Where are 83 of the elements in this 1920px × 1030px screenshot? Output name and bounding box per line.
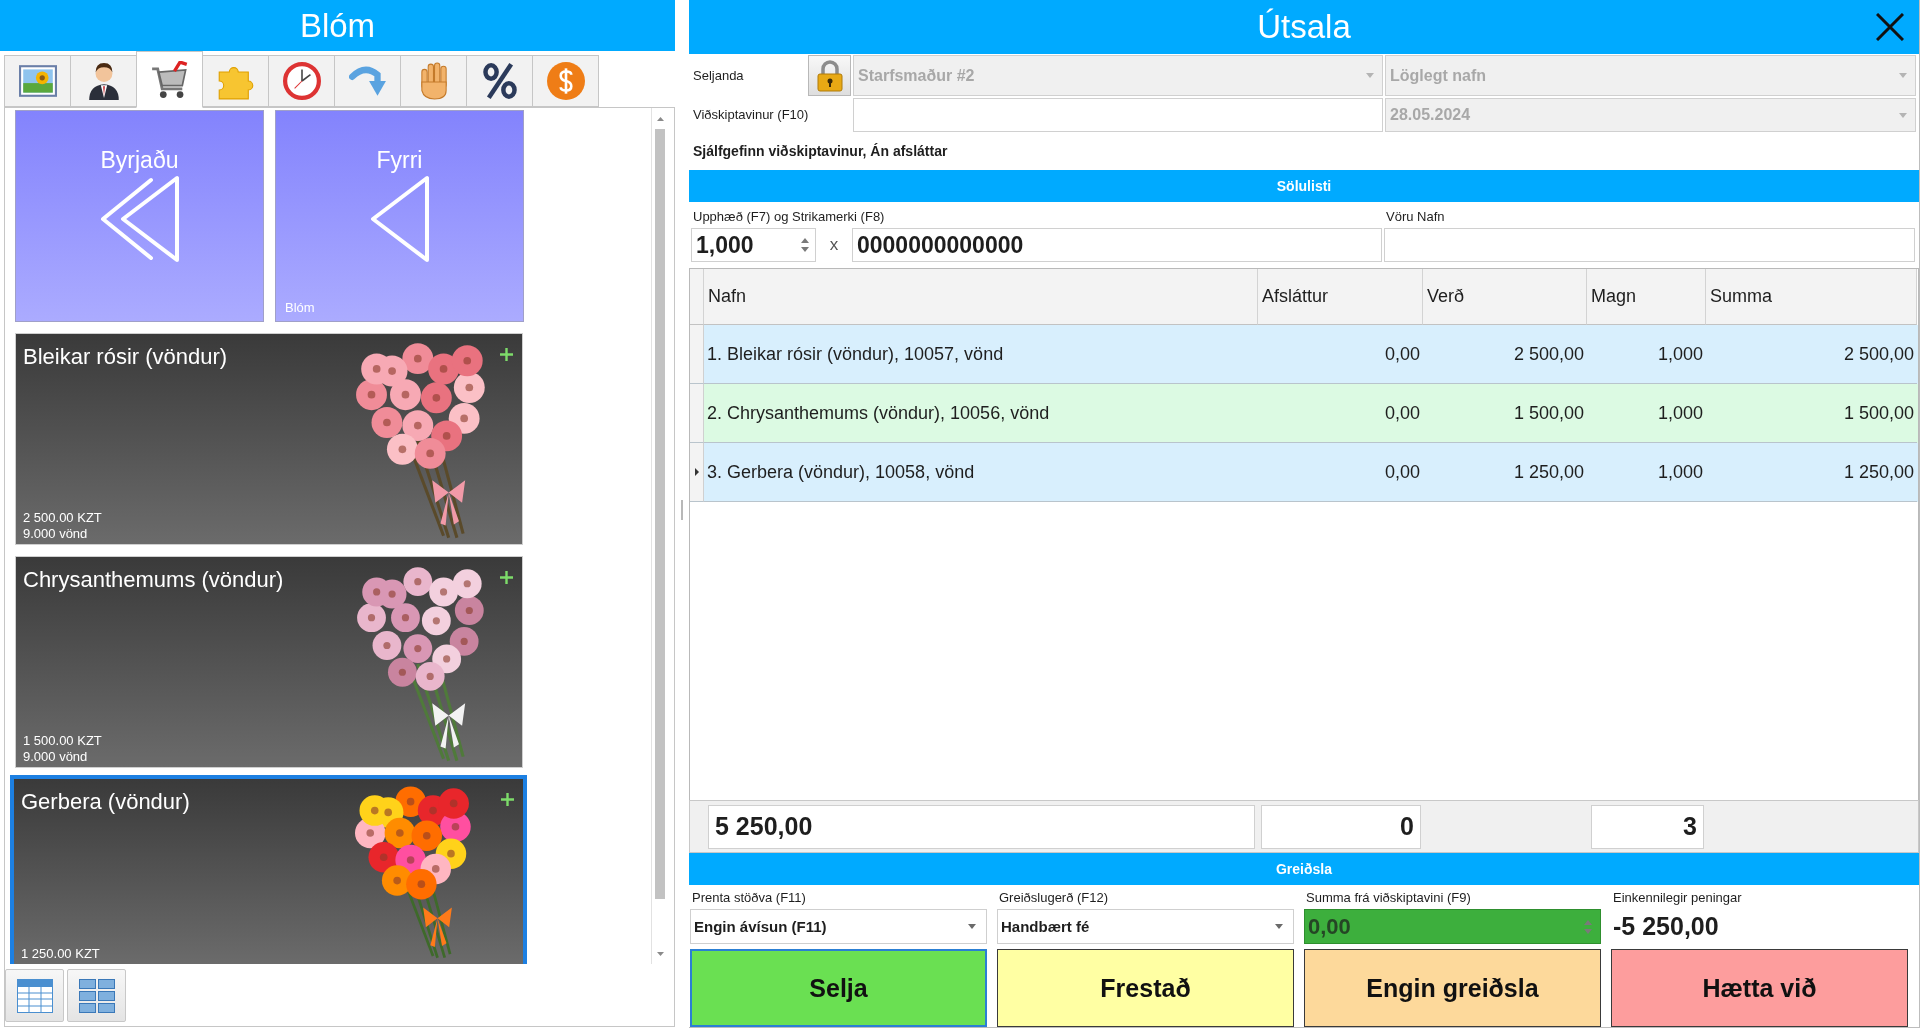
double-triangle-left-icon (99, 175, 180, 263)
panel-title: Blóm (299, 5, 376, 46)
product-name-field[interactable] (1384, 228, 1915, 262)
stock-text: 9.000 vönd (23, 526, 88, 542)
column-header[interactable]: Verð (1423, 269, 1587, 325)
clock-icon (282, 62, 321, 100)
triangle-left-icon (369, 175, 430, 263)
action-button[interactable]: Frestað (997, 949, 1294, 1027)
column-header[interactable]: Nafn (704, 269, 1258, 325)
cart-icon (150, 60, 189, 99)
change-amount-text: -5 250,00 (1612, 912, 1720, 941)
view-button[interactable] (5, 969, 64, 1022)
stock-text: 9.000 vönd (23, 749, 88, 765)
percent-icon (480, 62, 519, 100)
seller-label: Seljanda (692, 67, 745, 84)
price-text: 1 250.00 KZT (21, 946, 100, 962)
total-discount-field: 0 (1261, 804, 1421, 849)
window-title: Útsala (1257, 7, 1351, 47)
row-header-cell[interactable] (690, 325, 704, 384)
product-name-label: Vöru Nafn (1385, 209, 1446, 225)
scroll-down-icon[interactable] (656, 952, 664, 956)
table-cell: 0,00 (1258, 443, 1423, 502)
plus-icon (500, 571, 513, 584)
barcode-field[interactable]: 0000000000000 (852, 228, 1382, 262)
section-header: Sölulisti (689, 170, 1919, 202)
dropdown-field[interactable]: Handbært fé (997, 909, 1294, 944)
product-tile[interactable]: Gerbera (vöndur) 1 250.00 KZT (10, 775, 527, 964)
quantity-spinner-field[interactable]: 1,000 (691, 228, 816, 262)
row-header-cell[interactable] (690, 443, 704, 502)
plus-icon (501, 793, 514, 806)
field-label: Greiðslugerð (F12) (998, 890, 1110, 906)
picture-icon (18, 62, 57, 100)
table-cell: 1 250,00 (1706, 443, 1917, 502)
current-row-icon (694, 468, 699, 476)
view-button[interactable] (67, 969, 126, 1022)
scroll-up-icon[interactable] (656, 117, 664, 121)
column-header[interactable]: Magn (1587, 269, 1706, 325)
caret-icon (968, 924, 976, 929)
customer-label: Viðskiptavinur (F10) (692, 107, 810, 123)
toolbar-tab[interactable] (70, 55, 137, 107)
scrollbar-thumb[interactable] (655, 129, 665, 899)
close-icon (1876, 13, 1904, 41)
total-amount-field: 5 250,00 (708, 804, 1255, 849)
plus-icon (500, 348, 513, 361)
field-label: Einkennilegir peningar (1612, 890, 1743, 906)
caret-icon (1275, 924, 1283, 929)
caret-icon (1899, 112, 1907, 118)
caret-icon (1899, 73, 1907, 78)
table-cell: 3. Gerbera (vöndur), 10058, vönd (704, 443, 1258, 502)
price-text: 2 500.00 KZT (23, 510, 102, 526)
table-cell: 1,000 (1587, 443, 1706, 502)
action-button[interactable]: Engin greiðsla (1304, 949, 1601, 1027)
dropdown-field[interactable]: Engin ávísun (F11) (690, 909, 987, 944)
customer-info-text: Sjálfgefinn viðskiptavinur, Án afsláttar (692, 142, 949, 161)
table-cell: 1 250,00 (1423, 443, 1587, 502)
column-header[interactable]: Afsláttur (1258, 269, 1423, 325)
multiply-sign: x (829, 235, 839, 255)
price-text: 1 500.00 KZT (23, 733, 102, 749)
row-header-cell[interactable] (690, 384, 704, 443)
scrollbar-track[interactable] (651, 108, 668, 964)
table-icon (16, 978, 53, 1013)
section-header: Greiðsla (689, 853, 1919, 885)
field-label: Prenta stöðva (F11) (691, 890, 807, 906)
header-corner-cell[interactable] (690, 269, 704, 325)
category-caption: Blóm (285, 300, 315, 315)
field-label: Summa frá viðskiptavini (F9) (1305, 890, 1472, 906)
toolbar-tab[interactable] (466, 55, 533, 107)
action-button[interactable]: Selja (690, 949, 987, 1027)
column-header[interactable]: Summa (1706, 269, 1917, 325)
entry-label: Upphæð (F7) og Strikamerki (F8) (692, 209, 886, 225)
tiles-icon (78, 978, 115, 1013)
total-count-field: 3 (1591, 804, 1704, 849)
toolbar-tab[interactable] (136, 51, 203, 108)
spinner-arrows-icon[interactable] (801, 237, 809, 253)
caret-icon (1366, 73, 1374, 78)
close-button[interactable] (1873, 10, 1907, 44)
product-tile[interactable]: Chrysanthemums (vöndur) 1 500.00 KZT 9.000 vönd (15, 556, 523, 768)
amount-spinner-field[interactable]: 0,00 (1304, 909, 1601, 944)
dollar-coin-icon (546, 62, 585, 100)
lock-button[interactable] (808, 55, 851, 96)
action-button[interactable]: Hætta við (1611, 949, 1908, 1027)
customer-field[interactable] (853, 98, 1383, 132)
product-tile[interactable]: Bleikar rósir (vöndur) 2 500.00 KZT 9.000 vönd (15, 333, 523, 545)
